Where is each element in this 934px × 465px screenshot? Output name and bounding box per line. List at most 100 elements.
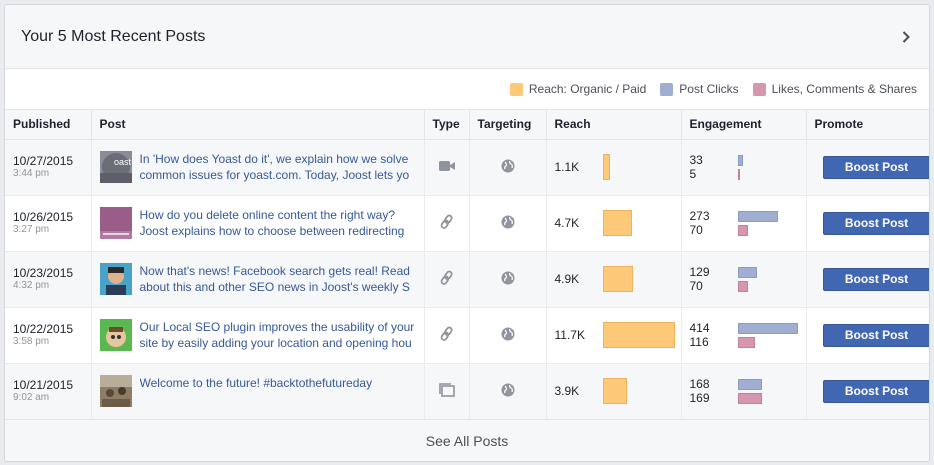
post-thumbnail[interactable] xyxy=(99,263,132,295)
post-clicks-value: 168 xyxy=(689,377,710,391)
targeting-cell xyxy=(469,195,547,252)
published-cell: 10/26/2015 3:27 pm xyxy=(5,195,92,252)
boost-post-button[interactable]: Boost Post xyxy=(822,211,929,235)
link-icon xyxy=(440,214,454,233)
published-cell: 10/27/2015 3:44 pm xyxy=(5,139,92,196)
legend-swatch-reach xyxy=(509,82,523,96)
promote-cell: Boost Post xyxy=(806,251,929,308)
post-thumbnail[interactable] xyxy=(99,319,132,351)
table-row: 10/22/2015 3:58 pm Our Local SEO plugin … xyxy=(5,307,929,364)
post-clicks-bar xyxy=(737,154,743,166)
post-date: 10/26/2015 xyxy=(13,210,74,224)
post-clicks-value: 129 xyxy=(689,265,710,279)
post-clicks-value: 414 xyxy=(689,321,710,335)
type-cell xyxy=(424,307,470,364)
reach-cell: 4.7K xyxy=(546,195,682,252)
post-text-link[interactable]: In 'How does Yoast do it', we explain ho… xyxy=(140,151,416,183)
post-time: 4:32 pm xyxy=(13,280,50,291)
reach-organic-bar xyxy=(602,210,632,236)
globe-icon xyxy=(501,159,515,176)
post-date: 10/23/2015 xyxy=(13,266,74,280)
recent-posts-card: Your 5 Most Recent Posts Reach: Organic … xyxy=(4,4,930,462)
post-text-link[interactable]: Our Local SEO plugin improves the usabil… xyxy=(140,319,416,351)
reach-cell: 11.7K xyxy=(546,307,682,364)
see-all-posts-link[interactable]: See All Posts xyxy=(5,419,929,461)
table-row: 10/27/2015 3:44 pm oast In 'How does Yoa… xyxy=(5,139,929,196)
boost-post-button[interactable]: Boost Post xyxy=(822,323,929,347)
boost-post-button[interactable]: Boost Post xyxy=(822,155,929,179)
engagement-cell: 33 5 xyxy=(681,139,807,196)
post-text-link[interactable]: Welcome to the future! #backtothefutured… xyxy=(140,375,416,407)
reach-value: 11.7K xyxy=(554,328,585,342)
link-icon xyxy=(440,326,454,345)
post-date: 10/27/2015 xyxy=(13,154,74,168)
reach-value: 3.9K xyxy=(554,384,580,398)
likes-comments-shares-value: 5 xyxy=(689,167,697,181)
post-cell: oast In 'How does Yoast do it', we expla… xyxy=(91,139,425,196)
targeting-cell xyxy=(469,251,547,308)
table-row: 10/26/2015 3:27 pm How do you delete onl… xyxy=(5,195,929,252)
reach-cell: 3.9K xyxy=(546,363,682,420)
promote-cell: Boost Post xyxy=(806,139,929,196)
col-type: Type xyxy=(424,110,470,140)
col-promote: Promote xyxy=(806,110,929,140)
likes-comments-shares-value: 169 xyxy=(689,391,710,405)
likes-bar xyxy=(737,392,762,404)
published-cell: 10/23/2015 4:32 pm xyxy=(5,251,92,308)
post-time: 3:27 pm xyxy=(13,224,50,235)
published-cell: 10/22/2015 3:58 pm xyxy=(5,307,92,364)
post-cell: Welcome to the future! #backtothefutured… xyxy=(91,363,425,420)
table-row: 10/21/2015 9:02 am Welcome to the future… xyxy=(5,363,929,420)
reach-organic-bar xyxy=(602,378,627,404)
post-date: 10/22/2015 xyxy=(13,322,74,336)
globe-icon xyxy=(501,327,515,344)
col-post: Post xyxy=(91,110,425,140)
promote-cell: Boost Post xyxy=(806,307,929,364)
likes-comments-shares-value: 116 xyxy=(689,335,709,349)
post-cell: Now that's news! Facebook search gets re… xyxy=(91,251,425,308)
published-cell: 10/21/2015 9:02 am xyxy=(5,363,92,420)
col-published: Published xyxy=(5,110,92,140)
posts-table: Published Post Type Targeting Reach Enga… xyxy=(5,110,929,420)
post-text-link[interactable]: How do you delete online content the rig… xyxy=(140,207,416,239)
legend-item-likes: Likes, Comments & Shares xyxy=(752,82,917,96)
promote-cell: Boost Post xyxy=(806,195,929,252)
col-reach: Reach xyxy=(546,110,682,140)
engagement-cell: 129 70 xyxy=(681,251,807,308)
post-clicks-bar xyxy=(737,378,762,390)
post-thumbnail[interactable] xyxy=(99,207,132,239)
targeting-cell xyxy=(469,363,547,420)
boost-post-button[interactable]: Boost Post xyxy=(822,267,929,291)
card-header: Your 5 Most Recent Posts xyxy=(5,5,929,69)
post-clicks-bar xyxy=(737,322,798,334)
legend-swatch-likes xyxy=(752,82,766,96)
link-icon xyxy=(440,270,454,289)
boost-post-button[interactable]: Boost Post xyxy=(822,379,929,403)
post-thumbnail[interactable] xyxy=(99,375,132,407)
targeting-cell xyxy=(469,307,547,364)
likes-bar xyxy=(737,336,755,348)
video-icon xyxy=(438,160,455,175)
legend-item-post-clicks: Post Clicks xyxy=(660,82,739,96)
col-targeting: Targeting xyxy=(469,110,547,140)
album-icon xyxy=(438,382,455,400)
post-time: 3:44 pm xyxy=(13,168,50,179)
reach-value: 4.9K xyxy=(554,272,580,286)
reach-organic-bar xyxy=(602,154,610,180)
reach-value: 4.7K xyxy=(554,216,580,230)
promote-cell: Boost Post xyxy=(806,363,929,420)
post-clicks-value: 273 xyxy=(689,209,710,223)
reach-value: 1.1K xyxy=(554,160,580,174)
type-cell xyxy=(424,363,470,420)
likes-bar xyxy=(737,280,748,292)
engagement-cell: 414 116 xyxy=(681,307,807,364)
post-text-link[interactable]: Now that's news! Facebook search gets re… xyxy=(140,263,416,295)
reach-organic-bar xyxy=(602,322,675,348)
legend-label-likes: Likes, Comments & Shares xyxy=(771,82,917,96)
post-thumbnail[interactable]: oast xyxy=(99,151,132,183)
reach-organic-bar xyxy=(602,266,633,292)
svg-text:oast: oast xyxy=(114,157,132,167)
type-cell xyxy=(424,251,470,308)
chevron-right-icon[interactable] xyxy=(899,30,913,44)
legend-item-reach: Reach: Organic / Paid xyxy=(509,82,646,96)
